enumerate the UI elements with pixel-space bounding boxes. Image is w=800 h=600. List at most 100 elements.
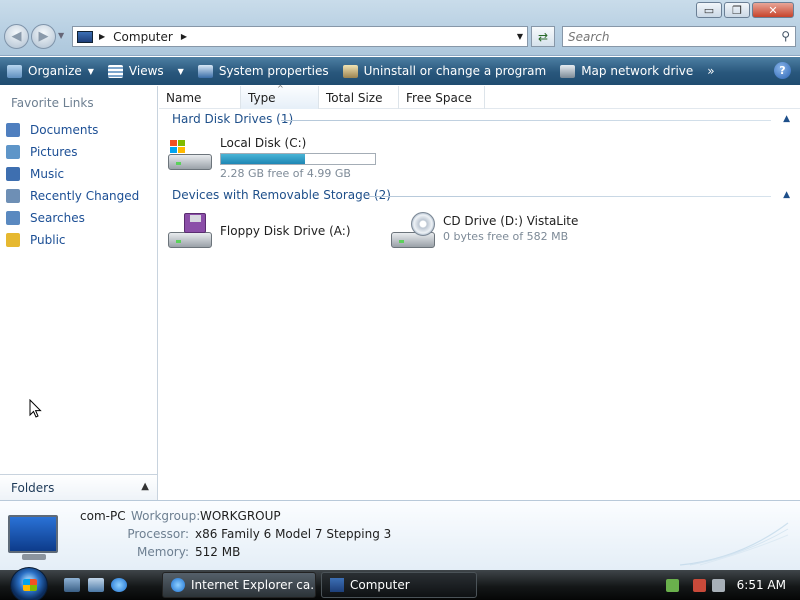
recently-changed-icon (6, 189, 20, 203)
details-pane: com-PC Workgroup:WORKGROUP Processor: x86… (0, 500, 800, 570)
minimize-button[interactable]: ▭ (696, 2, 722, 18)
sort-caret-icon: ^ (277, 84, 284, 93)
drive-name: Local Disk (C:) (220, 136, 307, 150)
window-controls: ▭ ❐ ✕ (694, 2, 794, 18)
sidebar-item-recently-changed[interactable]: Recently Changed (6, 185, 139, 207)
public-folder-icon (6, 233, 20, 247)
sidebar-item-searches[interactable]: Searches (6, 207, 139, 229)
back-arrow-icon: ◀ (11, 29, 22, 44)
chevron-up-icon: ▲ (141, 481, 149, 492)
close-button[interactable]: ✕ (752, 2, 794, 18)
taskbar-button-computer[interactable]: Computer (321, 572, 477, 598)
mouse-cursor-icon (29, 399, 42, 418)
more-commands-button[interactable]: » (700, 57, 721, 85)
processor-row: Processor: x86 Family 6 Model 7 Stepping … (127, 527, 392, 541)
breadcrumb-arrow-icon[interactable]: ▶ (99, 32, 105, 41)
drive-info: Local Disk (C:) 2.28 GB free of 4.99 GB (220, 134, 376, 180)
switch-windows-icon[interactable] (88, 578, 104, 592)
sidebar-item-pictures[interactable]: Pictures (6, 141, 139, 163)
search-icon[interactable]: ⚲ (781, 29, 790, 43)
map-network-drive-label: Map network drive (581, 64, 694, 78)
memory-row: Memory: 512 MB (137, 545, 241, 559)
drive-item-d[interactable]: CD Drive (D:) VistaLite 0 bytes free of … (391, 212, 578, 250)
views-button[interactable]: Views ▼ (101, 57, 191, 85)
local-disk-icon (168, 134, 214, 172)
group-collapse-icon[interactable]: ▲ (783, 190, 790, 200)
search-input[interactable] (568, 29, 768, 44)
drive-item-c[interactable]: Local Disk (C:) 2.28 GB free of 4.99 GB (168, 134, 376, 180)
sidebar-item-label: Music (30, 167, 65, 181)
group-collapse-icon[interactable]: ▲ (783, 114, 790, 124)
column-header-free-space[interactable]: Free Space (399, 86, 485, 109)
breadcrumb-computer[interactable]: Computer (113, 30, 173, 44)
organize-button[interactable]: Organize ▼ (0, 57, 101, 85)
uninstall-button[interactable]: Uninstall or change a program (336, 57, 554, 85)
sidebar-item-documents[interactable]: Documents (6, 119, 139, 141)
folders-toggle[interactable]: Folders ▲ (0, 474, 157, 500)
documents-icon (6, 123, 20, 137)
organize-icon (7, 64, 22, 78)
uninstall-label: Uninstall or change a program (363, 64, 547, 78)
drive-info: Floppy Disk Drive (A:) (220, 212, 351, 250)
sidebar-item-public[interactable]: Public (6, 229, 139, 251)
folders-label: Folders (11, 480, 55, 495)
taskbar-button-internet-explorer[interactable]: Internet Explorer ca... (162, 572, 316, 598)
decorative-swoosh (680, 522, 789, 566)
start-button[interactable] (10, 567, 48, 600)
column-header-total-size[interactable]: Total Size (319, 86, 399, 109)
organize-label: Organize (28, 64, 82, 78)
computer-icon (77, 30, 93, 43)
content-pane: Name ^ Type Total Size Free Space Hard D… (159, 84, 800, 500)
group-header-hard-disk-drives[interactable]: Hard Disk Drives (1) (172, 112, 293, 126)
column-header-type[interactable]: ^ Type (241, 84, 319, 109)
navigation-pane: Favorite Links Documents Pictures Music … (0, 86, 158, 500)
chevron-down-icon: ▼ (87, 66, 94, 76)
drive-free-space: 2.28 GB free of 4.99 GB (220, 167, 351, 180)
system-properties-label: System properties (218, 64, 329, 78)
sidebar-item-music[interactable]: Music (6, 163, 139, 185)
views-label: Views (128, 64, 164, 78)
clock[interactable]: 6:51 AM (737, 578, 786, 592)
network-icon[interactable] (693, 578, 706, 592)
group-divider (369, 196, 771, 197)
recent-pages-dropdown[interactable]: ▼ (58, 31, 64, 40)
back-button[interactable]: ◀ (4, 24, 29, 49)
sidebar-item-label: Documents (30, 123, 99, 137)
column-header-name[interactable]: Name (159, 86, 241, 109)
map-network-drive-icon (560, 64, 576, 78)
volume-icon[interactable] (712, 578, 725, 592)
searches-icon (6, 211, 20, 225)
forward-button[interactable]: ▶ (31, 24, 56, 49)
map-network-drive-button[interactable]: Map network drive (553, 57, 700, 85)
taskbar: Internet Explorer ca... Computer 6:51 AM (0, 567, 800, 600)
help-button[interactable]: ? (774, 62, 791, 79)
taskbar-button-label: Internet Explorer ca... (191, 578, 316, 592)
safely-remove-icon[interactable] (666, 578, 679, 592)
forward-arrow-icon: ▶ (38, 29, 49, 44)
show-desktop-icon[interactable] (64, 578, 80, 592)
uninstall-icon (342, 64, 358, 78)
sidebar-item-label: Searches (30, 211, 85, 225)
computer-icon (330, 578, 344, 592)
refresh-button[interactable]: ⇄ (531, 26, 555, 47)
internet-explorer-icon[interactable] (111, 578, 127, 592)
sidebar-item-label: Public (30, 233, 66, 247)
column-header-type-label: Type (248, 90, 276, 105)
monitor-stand (22, 554, 46, 560)
address-dropdown-icon[interactable]: ▼ (517, 32, 523, 41)
taskbar-button-label: Computer (350, 578, 410, 592)
system-properties-button[interactable]: System properties (191, 57, 336, 85)
favorite-links-list: Documents Pictures Music Recently Change… (6, 119, 139, 251)
favorite-links-title: Favorite Links (11, 96, 94, 110)
music-icon (6, 167, 20, 181)
workgroup-row: Workgroup:WORKGROUP (131, 509, 281, 523)
drive-item-a[interactable]: Floppy Disk Drive (A:) (168, 212, 351, 250)
maximize-button[interactable]: ❐ (724, 2, 750, 18)
address-bar[interactable]: ▶ Computer ▶ ▼ (72, 26, 528, 47)
floppy-drive-icon (168, 212, 214, 250)
title-bar: ▭ ❐ ✕ ◀ ▶ ▼ ▶ Computer ▶ ▼ ⇄ ⚲ (0, 0, 800, 56)
breadcrumb-arrow-icon[interactable]: ▶ (181, 32, 187, 41)
drive-usage-fill (221, 154, 305, 164)
group-header-removable-storage[interactable]: Devices with Removable Storage (2) (172, 188, 391, 202)
search-box[interactable]: ⚲ (562, 26, 796, 47)
